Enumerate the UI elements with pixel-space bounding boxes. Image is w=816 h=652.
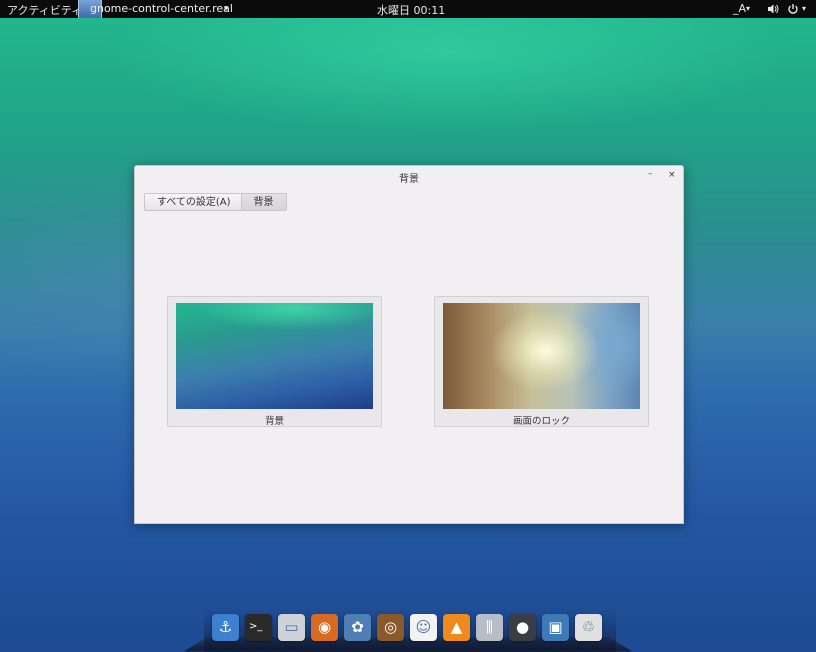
breadcrumb-current[interactable]: 背景 xyxy=(240,194,286,210)
all-settings-button[interactable]: すべての設定(A) xyxy=(145,194,241,210)
close-button[interactable]: × xyxy=(668,170,676,180)
trash-icon[interactable]: ♲ xyxy=(575,614,602,641)
vlc-glyph: ▲ xyxy=(450,618,463,636)
terminal-icon[interactable]: >_ xyxy=(245,614,272,641)
messaging-glyph: ☺ xyxy=(415,618,432,636)
activities-button[interactable]: アクティビティ xyxy=(7,2,82,18)
disc-icon[interactable]: ● xyxy=(509,614,536,641)
photo-viewer-icon[interactable]: ✿ xyxy=(344,614,371,641)
background-thumbnail[interactable] xyxy=(176,303,373,409)
power-icon[interactable] xyxy=(787,3,799,15)
image-editor-glyph: ▣ xyxy=(548,618,563,636)
trash-glyph: ♲ xyxy=(581,618,596,636)
background-selector[interactable]: 背景 xyxy=(167,296,382,427)
terminal-glyph: >_ xyxy=(249,621,263,632)
messaging-icon[interactable]: ☺ xyxy=(410,614,437,641)
music-player-glyph: ◎ xyxy=(383,618,398,636)
window-titlebar[interactable]: 背景 – × xyxy=(135,166,683,186)
input-method-indicator[interactable]: _A xyxy=(733,2,746,15)
disc-glyph: ● xyxy=(515,618,530,636)
clock[interactable]: 水曜日 00:11 xyxy=(377,2,445,18)
image-editor-icon[interactable]: ▣ xyxy=(542,614,569,641)
input-method-arrow-icon: ▾ xyxy=(746,4,751,13)
vlc-icon[interactable]: ▲ xyxy=(443,614,470,641)
lock-screen-selector[interactable]: 画面のロック xyxy=(434,296,649,427)
top-bar: アクティビティ gnome-control-center.real ▾ 水曜日 … xyxy=(0,0,816,18)
firefox-glyph: ◉ xyxy=(317,618,332,636)
background-label: 背景 xyxy=(264,416,284,427)
anchor-icon[interactable]: ⚓ xyxy=(212,614,239,641)
firefox-icon[interactable]: ◉ xyxy=(311,614,338,641)
mixer-icon[interactable]: ⫼ xyxy=(476,614,503,641)
file-manager-glyph: ▭ xyxy=(284,618,299,636)
app-menu-button[interactable]: gnome-control-center.real xyxy=(90,2,233,15)
anchor-glyph: ⚓ xyxy=(218,618,233,636)
music-player-icon[interactable]: ◎ xyxy=(377,614,404,641)
app-menu-arrow-icon: ▾ xyxy=(224,4,229,13)
volume-icon[interactable] xyxy=(767,3,779,15)
mixer-glyph: ⫼ xyxy=(486,618,493,636)
photo-viewer-glyph: ✿ xyxy=(351,618,364,636)
minimize-button[interactable]: – xyxy=(648,169,653,179)
background-settings-window: 背景 – × すべての設定(A) 背景 背景 画面のロック xyxy=(134,165,684,524)
window-title: 背景 xyxy=(399,174,419,185)
lock-screen-thumbnail[interactable] xyxy=(443,303,640,409)
file-manager-icon[interactable]: ▭ xyxy=(278,614,305,641)
breadcrumb: すべての設定(A) 背景 xyxy=(144,193,287,211)
power-menu-arrow-icon: ▾ xyxy=(802,4,807,13)
lock-screen-label: 画面のロック xyxy=(512,416,570,427)
